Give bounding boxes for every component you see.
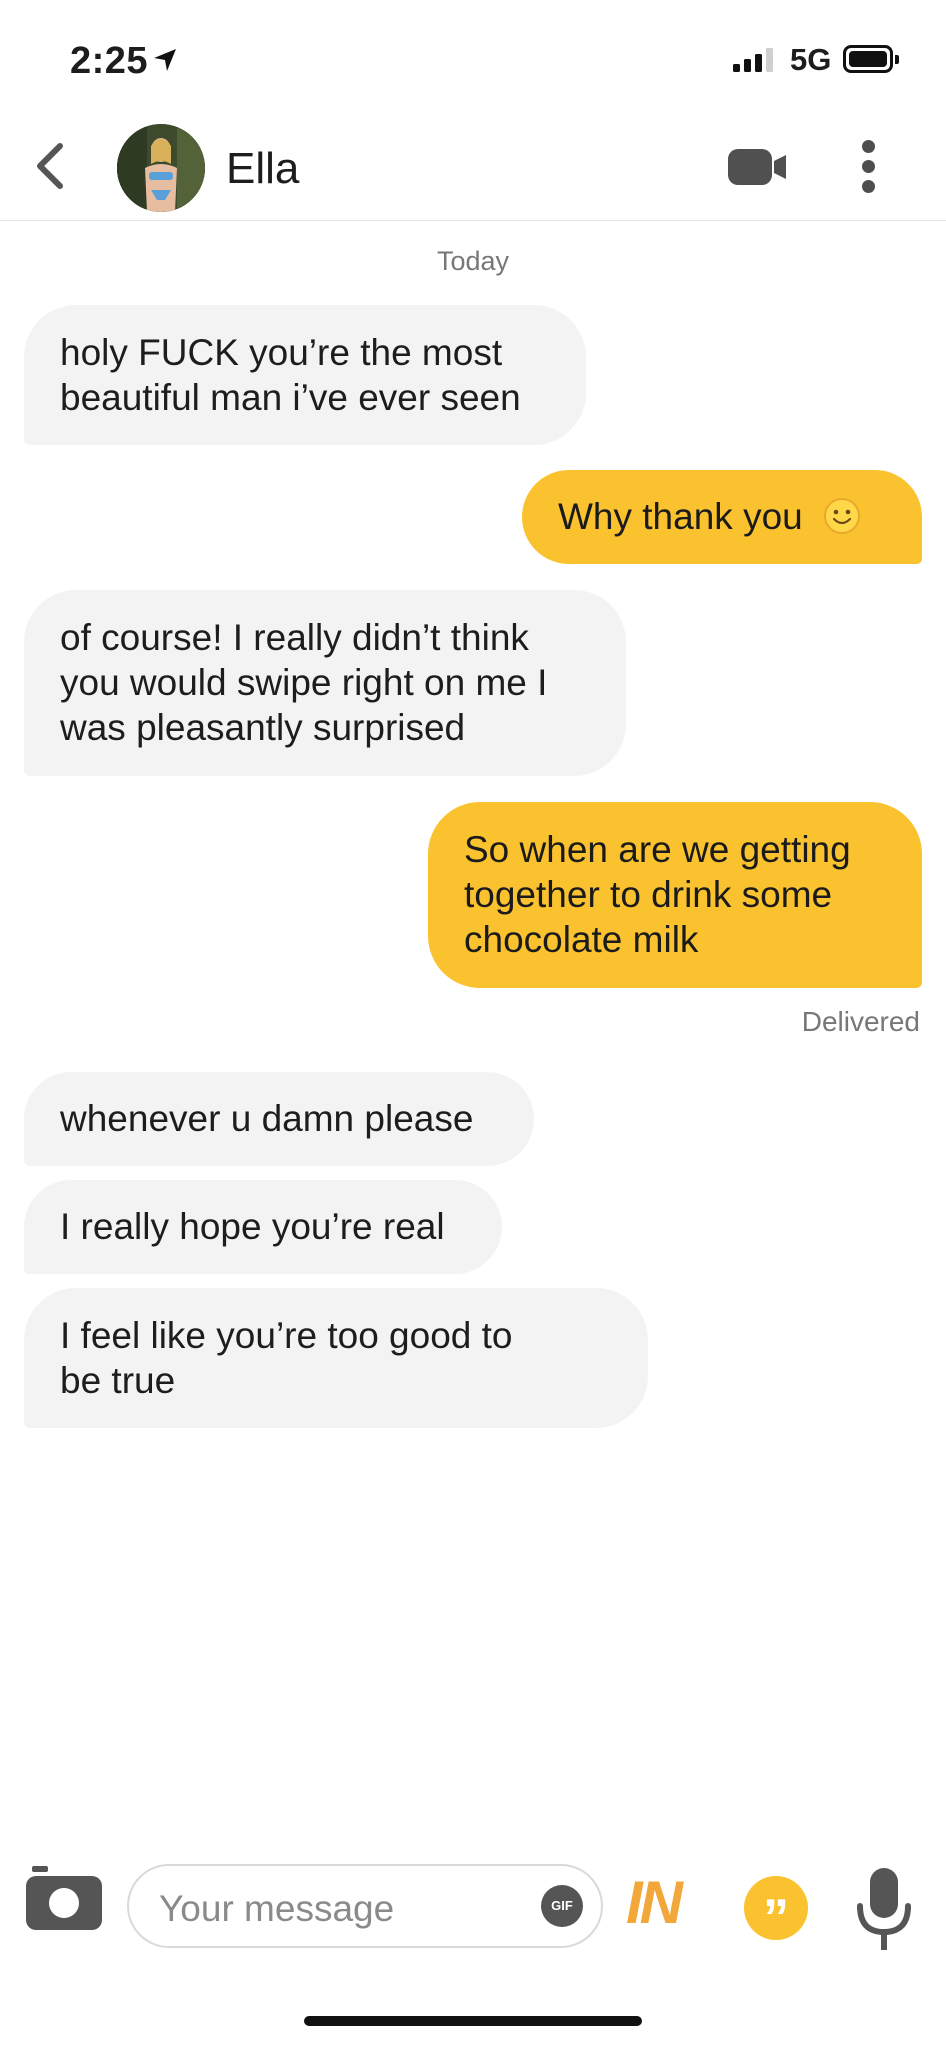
smile-emoji-icon (824, 498, 861, 534)
message-line: together to drink some (464, 874, 833, 915)
message-incoming: whenever u damn please (24, 1072, 534, 1166)
message-line: holy FUCK you’re the most (60, 332, 503, 373)
delivery-status: Delivered (801, 1006, 920, 1037)
message-incoming: of course! I really didn’t think you wou… (24, 590, 626, 776)
microphone-icon[interactable] (856, 1868, 912, 1952)
message-line: Why thank you (558, 496, 803, 537)
contact-name[interactable]: Ella (226, 144, 299, 194)
signal-icon (733, 48, 773, 72)
quote-icon[interactable]: ” (744, 1876, 808, 1947)
battery-icon (843, 45, 899, 73)
message-incoming: holy FUCK you’re the most beautiful man … (24, 305, 586, 445)
message-line: was pleasantly surprised (60, 707, 466, 748)
message-line: beautiful man i’ve ever seen (60, 377, 521, 418)
avatar[interactable] (117, 124, 205, 212)
message-line: whenever u damn please (60, 1098, 474, 1139)
message-line: I really hope you’re real (60, 1206, 445, 1247)
message-line: I feel like you’re too good to (60, 1315, 513, 1356)
message-line: you would swipe right on me I (60, 662, 548, 703)
location-arrow-icon (154, 49, 176, 71)
message-incoming: I feel like you’re too good to be true (24, 1288, 648, 1428)
camera-icon[interactable] (26, 1866, 102, 1930)
message-line: be true (60, 1360, 176, 1401)
video-call-icon[interactable] (728, 147, 790, 187)
gif-icon[interactable]: GIF (541, 1885, 583, 1927)
message-incoming: I really hope you’re real (24, 1180, 502, 1274)
message-line: So when are we getting (464, 829, 851, 870)
chat-header: Ella (0, 110, 946, 221)
more-options-icon[interactable] (862, 140, 878, 200)
day-divider: Today (436, 246, 510, 276)
network-label: 5G (790, 42, 832, 77)
home-indicator[interactable] (304, 2016, 642, 2026)
status-time: 2:25 (70, 40, 149, 82)
message-line: chocolate milk (464, 919, 699, 960)
message-outgoing: Why thank you (522, 470, 922, 564)
message-line: of course! I really didn’t think (60, 617, 529, 658)
back-chevron-icon[interactable] (30, 140, 70, 192)
message-placeholder: Your message (159, 1888, 395, 1929)
message-input[interactable]: Your message GIF (127, 1864, 603, 1948)
interests-badge-icon[interactable]: IN (626, 1868, 683, 1937)
message-outgoing: So when are we getting together to drink… (428, 802, 922, 988)
